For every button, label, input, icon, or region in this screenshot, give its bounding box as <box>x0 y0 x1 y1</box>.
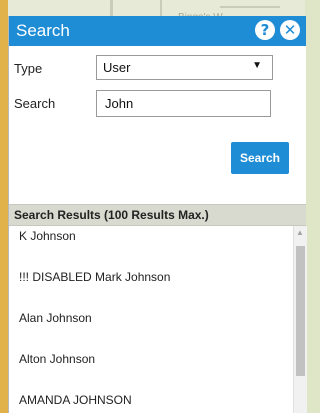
panel-header: Search ? ✕ <box>9 16 306 46</box>
search-panel: Search ? ✕ Type User ▼ Search Search Sea… <box>8 16 307 413</box>
map-road <box>110 0 113 16</box>
results-header: Search Results (100 Results Max.) <box>9 204 306 226</box>
search-button[interactable]: Search <box>231 142 289 174</box>
scroll-thumb[interactable] <box>296 246 305 376</box>
list-item[interactable]: !!! DISABLED Mark Johnson <box>19 270 170 284</box>
list-item[interactable]: Alan Johnson <box>19 311 92 325</box>
chevron-down-icon: ▼ <box>252 60 262 71</box>
results-scrollbar[interactable]: ▲ <box>293 226 307 413</box>
help-icon[interactable]: ? <box>255 20 275 40</box>
type-select[interactable]: User ▼ <box>96 55 273 80</box>
search-label: Search <box>14 96 56 111</box>
scroll-up-icon[interactable]: ▲ <box>296 228 304 237</box>
list-item[interactable]: K Johnson <box>19 229 76 243</box>
map-road <box>220 6 280 8</box>
close-icon[interactable]: ✕ <box>280 20 300 40</box>
search-input[interactable] <box>96 90 271 117</box>
results-list: K Johnson !!! DISABLED Mark Johnson Alan… <box>9 226 293 413</box>
list-item[interactable]: AMANDA JOHNSON <box>19 393 132 407</box>
type-label: Type <box>14 61 43 76</box>
list-item[interactable]: Alton Johnson <box>19 352 95 366</box>
panel-title: Search <box>16 21 70 40</box>
type-select-value: User <box>103 60 131 75</box>
map-road <box>160 0 162 16</box>
map-edge <box>0 0 8 413</box>
results-header-label: Search Results (100 Results Max.) <box>14 208 209 222</box>
